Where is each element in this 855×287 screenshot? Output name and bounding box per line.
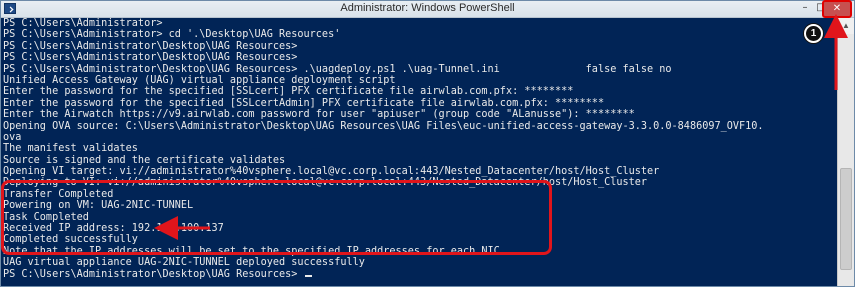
console-line: UAG virtual appliance UAG-2NIC-TUNNEL de… xyxy=(3,257,365,269)
title-bar[interactable]: Administrator: Windows PowerShell – □ ✕ xyxy=(1,0,854,18)
console-line: PS C:\Users\Administrator\Desktop\UAG Re… xyxy=(3,63,672,75)
console-line: PS C:\Users\Administrator\Desktop\UAG Re… xyxy=(3,52,298,64)
console-line: Opening VI target: vi://administrator%40… xyxy=(3,166,660,178)
close-button[interactable]: ✕ xyxy=(822,0,852,18)
console-line: Enter the password for the specified [SS… xyxy=(3,86,574,98)
window-title: Administrator: Windows PowerShell xyxy=(340,2,515,14)
text-cursor xyxy=(304,274,312,277)
console-line: ova xyxy=(3,131,22,143)
console-line: PS C:\Users\Administrator> cd '.\Desktop… xyxy=(3,29,341,41)
scroll-up-icon[interactable]: ▲ xyxy=(838,18,854,34)
console-line: The manifest validates xyxy=(3,143,138,155)
callout-badge: 1 xyxy=(804,24,823,43)
console-line: Source is signed and the certificate val… xyxy=(3,154,286,166)
console-line: PS C:\Users\Administrator> xyxy=(3,18,163,29)
vertical-scrollbar[interactable]: ▲ xyxy=(837,18,854,286)
console-line: Opening OVA source: C:\Users\Administrat… xyxy=(3,120,764,132)
highlight-box xyxy=(1,180,552,255)
console-line: PS C:\Users\Administrator\Desktop\UAG Re… xyxy=(3,40,298,52)
console-line: PS C:\Users\Administrator\Desktop\UAG Re… xyxy=(3,269,836,280)
scroll-thumb[interactable] xyxy=(840,168,852,270)
console-line: Unified Access Gateway (UAG) virtual app… xyxy=(3,74,396,86)
console-line: Enter the password for the specified [SS… xyxy=(3,97,605,109)
console-line: Enter the Airwatch https://v9.airwlab.co… xyxy=(3,109,635,121)
